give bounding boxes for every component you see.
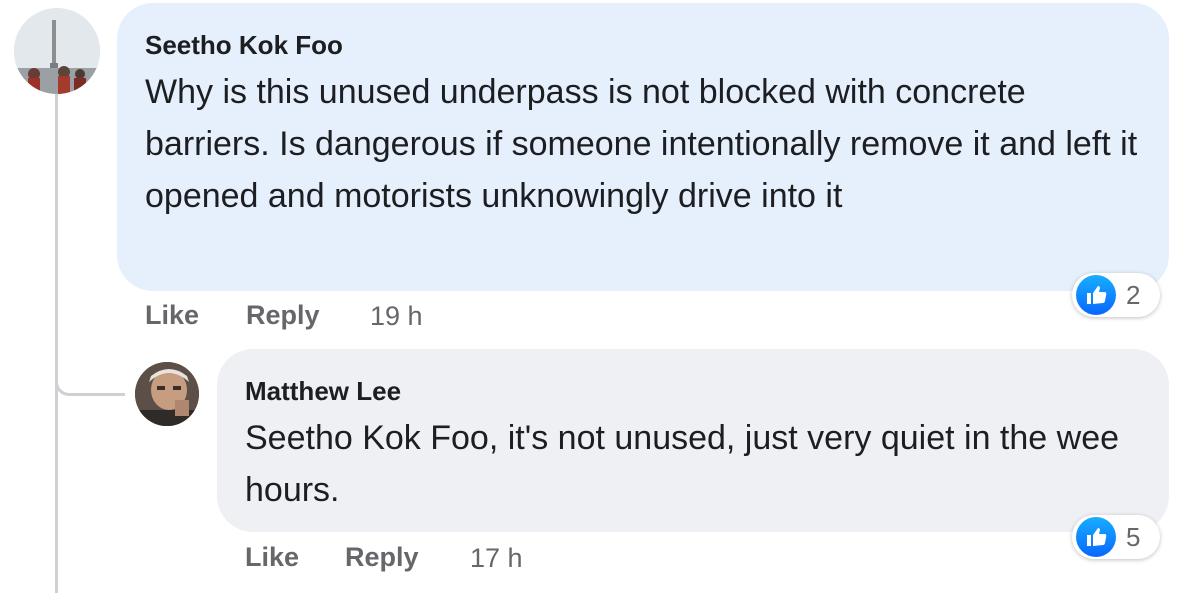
reply-avatar[interactable] <box>135 362 199 426</box>
thumbs-up-icon <box>1076 275 1116 315</box>
thumbs-up-icon <box>1076 517 1116 557</box>
reaction-summary[interactable]: 2 <box>1072 273 1160 317</box>
comment-timestamp[interactable]: 19 h <box>370 301 423 332</box>
reply-button[interactable]: Reply <box>246 300 320 331</box>
thread-connector-vertical <box>55 92 58 593</box>
like-button[interactable]: Like <box>145 300 199 331</box>
mention-link[interactable]: Seetho Kok Foo <box>245 419 489 457</box>
reply-timestamp[interactable]: 17 h <box>470 543 523 574</box>
avatar[interactable] <box>14 8 100 94</box>
reaction-count: 2 <box>1126 279 1141 310</box>
like-button[interactable]: Like <box>245 542 299 573</box>
comment-thread: Seetho Kok Foo Why is this unused underp… <box>0 0 1200 593</box>
comment-author[interactable]: Seetho Kok Foo <box>145 30 343 61</box>
reaction-count: 5 <box>1126 521 1141 552</box>
reply-text: Seetho Kok Foo, it's not unused, just ve… <box>245 412 1145 516</box>
reply-author[interactable]: Matthew Lee <box>245 376 401 407</box>
reply-reaction-summary[interactable]: 5 <box>1072 515 1160 559</box>
comment-text: Why is this unused underpass is not bloc… <box>145 73 1138 215</box>
avatar-photo <box>135 362 199 426</box>
reply-button[interactable]: Reply <box>345 542 419 573</box>
thread-connector-branch <box>55 366 125 396</box>
avatar-photo <box>14 8 100 94</box>
